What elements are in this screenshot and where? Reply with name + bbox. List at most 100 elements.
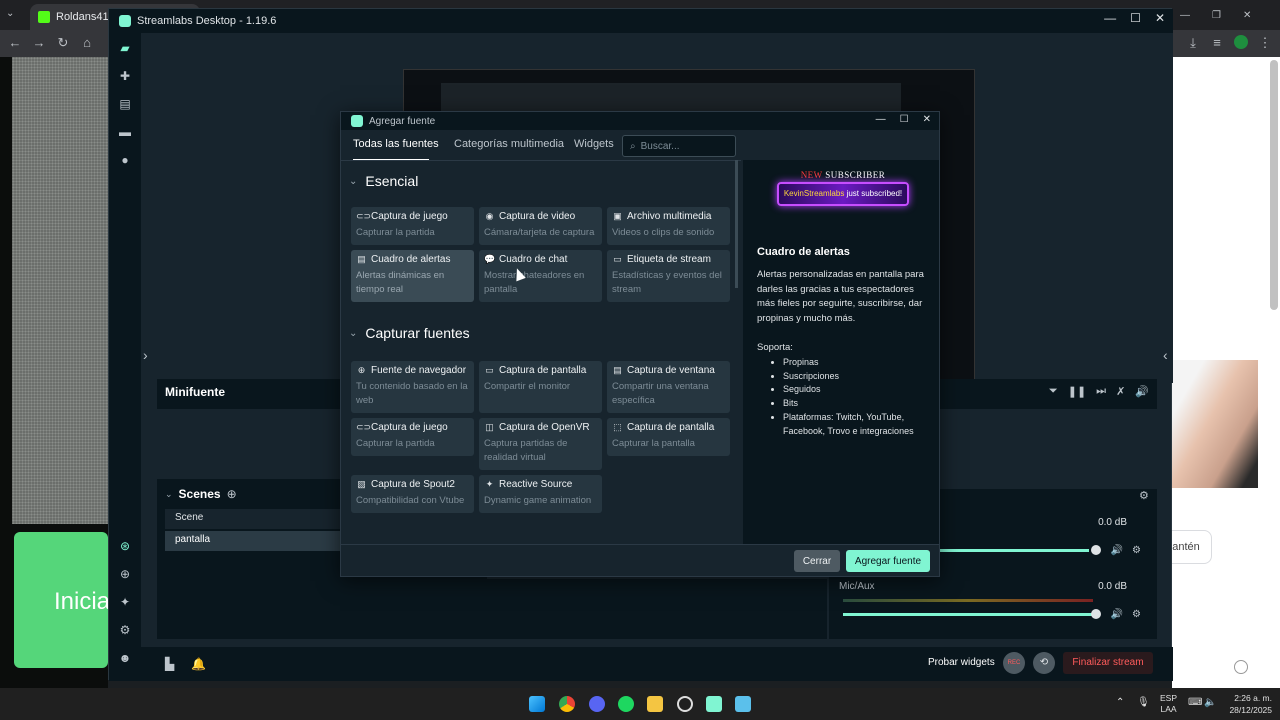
- maximize-icon[interactable]: ☐: [900, 114, 909, 125]
- settings-icon[interactable]: ⚙: [118, 623, 132, 637]
- menu-icon[interactable]: ⋮: [1258, 36, 1272, 50]
- chevron-right-icon[interactable]: ›: [143, 347, 148, 363]
- rec-button[interactable]: REC: [1003, 652, 1025, 674]
- source-card[interactable]: ◫ Captura de OpenVR Captura partidas de r…: [479, 418, 602, 470]
- pause-icon[interactable]: ❚❚: [1068, 385, 1086, 398]
- source-card[interactable]: ⊕ Fuente de navegador Tu contenido basado…: [351, 361, 474, 413]
- mixer-slider-2[interactable]: [843, 613, 1093, 616]
- search-placeholder: Buscar...: [640, 140, 680, 152]
- store-icon[interactable]: ▤: [118, 97, 132, 111]
- source-card[interactable]: ▣ Archivo multimedia Videos o clips de so…: [607, 207, 730, 245]
- volume-icon[interactable]: 🔊: [1111, 609, 1123, 620]
- source-card[interactable]: ⊂⊃ Captura de juego Capturar la partida: [351, 418, 474, 456]
- reload-icon[interactable]: ↻: [56, 36, 70, 50]
- start-icon[interactable]: [529, 696, 545, 712]
- notifications-icon[interactable]: 🔔: [191, 657, 206, 671]
- restore-icon[interactable]: ❐: [1212, 10, 1221, 21]
- source-card[interactable]: ✦ Reactive Source Dynamic game animation: [479, 475, 602, 513]
- gamepad-icon: ⊂⊃: [356, 211, 372, 221]
- tab-categories[interactable]: Categorías multimedia: [454, 138, 564, 150]
- volume-icon[interactable]: 🔊: [1135, 385, 1149, 398]
- source-card[interactable]: ⊂⊃ Captura de juego Capturar la partida: [351, 207, 474, 245]
- studio-icon[interactable]: ▬: [118, 125, 132, 139]
- chevron-up-icon[interactable]: ⌃: [1116, 697, 1124, 708]
- mic-icon[interactable]: 🎙: [1137, 697, 1150, 708]
- dialog-scrollbar[interactable]: [735, 160, 738, 288]
- download-icon[interactable]: ⤓: [1186, 36, 1200, 50]
- card-desc: Alertas dinámicas en tiempo real: [356, 270, 445, 295]
- chevron-left-icon[interactable]: ‹: [1163, 347, 1168, 363]
- discord-icon[interactable]: [589, 696, 605, 712]
- source-card[interactable]: ◉ Captura de video Cámara/tarjeta de capt…: [479, 207, 602, 245]
- search-icon: ⌕: [630, 140, 636, 152]
- mixer-handle-1[interactable]: [1091, 545, 1101, 555]
- add-source-button[interactable]: Agregar fuente: [846, 550, 930, 572]
- minimize-icon[interactable]: —: [1180, 10, 1190, 21]
- ultra-icon[interactable]: ⊛: [118, 539, 132, 553]
- page-scrollbar[interactable]: [1270, 60, 1278, 310]
- chevron-down-icon[interactable]: ⌄: [165, 489, 173, 500]
- source-card-selected[interactable]: ▤ Cuadro de alertas Alertas dinámicas en …: [351, 250, 474, 302]
- gear-icon[interactable]: ⚙: [1132, 609, 1141, 620]
- themes-icon[interactable]: ✚: [118, 69, 132, 83]
- skip-icon[interactable]: ⏭: [1096, 385, 1106, 398]
- highlighter-icon[interactable]: ●: [118, 153, 132, 167]
- source-card[interactable]: 💬 Cuadro de chat Mostrar chateadores en p…: [479, 250, 602, 302]
- minimize-icon[interactable]: —: [1104, 11, 1116, 25]
- source-card[interactable]: ▭ Etiqueta de stream Estadísticas y event…: [607, 250, 730, 302]
- tab-list-icon[interactable]: ⌄: [6, 8, 14, 19]
- source-card[interactable]: ▤ Captura de ventana Compartir una ventan…: [607, 361, 730, 413]
- app-footer: ▙ 🔔 Probar widgets REC ⟲ Finalizar strea…: [141, 647, 1173, 681]
- alert-subscriber: SUBSCRIBER: [825, 170, 886, 180]
- search-input[interactable]: ⌕ Buscar...: [622, 135, 736, 157]
- source-card[interactable]: ▧ Captura de Spout2 Compatibilidad con Vt…: [351, 475, 474, 513]
- editor-icon[interactable]: ▰: [118, 41, 132, 55]
- profile-icon[interactable]: ☻: [118, 651, 132, 665]
- card-desc: Compartir el monitor: [484, 381, 571, 392]
- playlist-icon[interactable]: ≡: [1210, 36, 1224, 50]
- network-icon[interactable]: ⌨: [1188, 697, 1202, 708]
- performance-icon[interactable]: ▙: [165, 657, 174, 671]
- sparkle-icon[interactable]: ✦: [118, 595, 132, 609]
- end-stream-button[interactable]: Finalizar stream: [1063, 652, 1153, 674]
- forward-icon[interactable]: →: [32, 36, 46, 50]
- section-header[interactable]: ⌄ Esencial: [349, 173, 418, 189]
- sources-dock: [487, 579, 827, 639]
- close-icon[interactable]: ✕: [1155, 11, 1165, 25]
- volume-icon[interactable]: 🔊: [1111, 545, 1123, 556]
- gear-icon[interactable]: ⚙: [1132, 545, 1141, 556]
- avatar[interactable]: [1234, 35, 1248, 49]
- app-icon[interactable]: [735, 696, 751, 712]
- mixer-meter-2: [843, 599, 1093, 602]
- chrome-icon[interactable]: [559, 696, 575, 712]
- taskbar: ⌃ 🎙 ESP LAA ⌨ 🔈 2:26 a. m. 28/12/2025: [0, 688, 1280, 720]
- section-header[interactable]: ⌄ Capturar fuentes: [349, 325, 470, 341]
- test-widgets[interactable]: Probar widgets: [928, 657, 995, 668]
- folder-icon[interactable]: [647, 696, 663, 712]
- spotify-icon[interactable]: [618, 696, 634, 712]
- replay-icon[interactable]: ⟲: [1033, 652, 1055, 674]
- speaker-icon[interactable]: 🔈: [1204, 697, 1216, 708]
- bot-icon[interactable]: ⊕: [118, 567, 132, 581]
- close-icon[interactable]: ✕: [923, 114, 931, 125]
- streamlabs-app-icon[interactable]: [706, 696, 722, 712]
- minimize-icon[interactable]: —: [876, 114, 886, 125]
- source-card[interactable]: ▭ Captura de pantalla Compartir el monito…: [479, 361, 602, 413]
- source-card[interactable]: ⬚ Captura de pantalla Capturar la pantall…: [607, 418, 730, 456]
- back-icon[interactable]: ←: [8, 36, 22, 50]
- tab-widgets[interactable]: Widgets: [574, 138, 614, 150]
- mixer-handle-2[interactable]: [1091, 609, 1101, 619]
- cancel-button[interactable]: Cerrar: [794, 550, 840, 572]
- mute-alerts-icon[interactable]: ✗: [1116, 385, 1125, 398]
- mixer-settings-icon[interactable]: ⚙: [1139, 489, 1149, 502]
- emoji-icon[interactable]: [1234, 660, 1248, 674]
- settings-app-icon[interactable]: [677, 696, 693, 712]
- tab-all-sources[interactable]: Todas las fuentes: [353, 138, 439, 150]
- language-indicator[interactable]: ESP LAA: [1160, 693, 1177, 715]
- home-icon[interactable]: ⌂: [80, 36, 94, 50]
- close-icon[interactable]: ✕: [1243, 10, 1251, 21]
- clock[interactable]: 2:26 a. m. 28/12/2025: [1222, 692, 1272, 716]
- add-scene-icon[interactable]: ⊕: [227, 487, 237, 501]
- maximize-icon[interactable]: ☐: [1130, 11, 1141, 25]
- filter-icon[interactable]: ⏷: [1049, 385, 1058, 398]
